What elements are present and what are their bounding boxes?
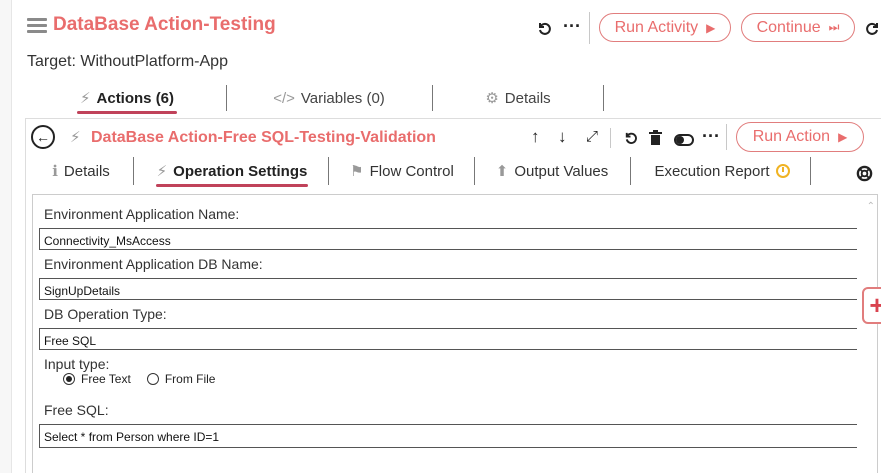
tab-label: Variables (0) [300, 89, 385, 107]
tab-operation-settings[interactable]: ⚡ Operation Settings [156, 157, 308, 187]
tab-divider [810, 157, 811, 185]
tab-divider [603, 85, 604, 111]
lightning-icon: ⚡ [156, 163, 168, 180]
continue-button[interactable]: Continue ⏭ [741, 13, 855, 42]
tab-label: Actions (6) [96, 89, 175, 107]
tab-output-values[interactable]: ⬆ Output Values [494, 157, 610, 185]
upload-icon: ⬆ [495, 163, 509, 180]
tab-label: Execution Report [654, 162, 770, 180]
add-panel-button[interactable]: + [862, 287, 881, 324]
lightning-icon: ⚡ [79, 90, 91, 107]
header-divider [589, 12, 590, 44]
env-app-db-label: Environment Application DB Name: [44, 256, 263, 272]
action-panel: ← ⚡ DataBase Action-Free SQL-Testing-Val… [25, 118, 881, 473]
tab-divider [226, 85, 227, 111]
tab-divider [328, 157, 329, 185]
env-app-name-label: Environment Application Name: [44, 206, 240, 222]
db-operation-type-select[interactable]: Free SQL [39, 328, 857, 350]
signpost-icon: ⚑ [350, 163, 364, 180]
tab-label: Operation Settings [173, 162, 308, 180]
tab-execution-report[interactable]: Execution Report [654, 157, 790, 185]
from-file-radio[interactable] [146, 373, 159, 385]
tab-variables[interactable]: </> Variables (0) [269, 85, 389, 111]
play-icon: ▶ [706, 20, 716, 35]
target-label: Target: WithoutPlatform-App [27, 53, 228, 70]
arrow-up-icon[interactable]: ↑ [531, 128, 540, 145]
skip-forward-icon: ⏭ [828, 20, 840, 34]
toggle-icon[interactable] [674, 131, 694, 149]
undo-icon[interactable] [623, 130, 638, 148]
clock-icon [775, 164, 790, 178]
tab-divider [474, 157, 475, 185]
expand-icon[interactable]: ⤢ [586, 129, 598, 144]
scroll-up-icon[interactable]: ⌃ [867, 201, 875, 212]
db-operation-type-label: DB Operation Type: [44, 306, 167, 322]
run-action-button[interactable]: Run Action ▶ [736, 122, 864, 152]
env-app-name-field[interactable]: Connectivity_MsAccess [39, 228, 857, 250]
tab-divider [630, 157, 631, 185]
menu-icon[interactable] [27, 18, 47, 34]
tab-details[interactable]: ℹ Details [48, 157, 114, 185]
tab-label: Output Values [514, 162, 609, 180]
more-icon[interactable]: ··· [563, 17, 581, 35]
run-activity-label: Run Activity [614, 18, 699, 36]
input-type-label: Input type: [44, 356, 110, 372]
run-activity-button[interactable]: Run Activity ▶ [599, 13, 731, 42]
play-icon: ▶ [838, 130, 848, 144]
action-header: ← ⚡ DataBase Action-Free SQL-Testing-Val… [26, 119, 881, 157]
tab-divider [133, 157, 134, 185]
continue-label: Continue [756, 18, 821, 36]
action-title: DataBase Action-Free SQL-Testing-Validat… [91, 129, 436, 146]
back-arrow-icon[interactable]: ← [31, 125, 55, 149]
tab-label: Details [63, 162, 110, 180]
activity-editor: DataBase Action-Testing ··· Run Activity… [15, 0, 881, 473]
from-file-label: From File [164, 372, 216, 386]
run-action-label: Run Action [752, 128, 831, 145]
free-sql-label: Free SQL: [44, 402, 109, 418]
refresh-icon[interactable] [865, 20, 881, 39]
free-text-label: Free Text [81, 372, 131, 386]
activity-header: DataBase Action-Testing ··· Run Activity… [15, 0, 881, 55]
left-panel-edge [0, 0, 12, 473]
undo-icon[interactable] [536, 20, 552, 39]
tab-label: Flow Control [369, 162, 454, 180]
activity-title: DataBase Action-Testing [53, 14, 276, 35]
tab-flow-control[interactable]: ⚑ Flow Control [348, 157, 456, 185]
delete-icon[interactable] [649, 130, 662, 148]
input-type-radio-group: Free Text From File [63, 372, 215, 386]
activity-tabs: ⚡ Actions (6) </> Variables (0) ⚙ Detail… [15, 85, 881, 114]
action-subtabs: ℹ Details ⚡ Operation Settings ⚑ Flow Co… [26, 157, 881, 187]
code-icon: </> [273, 89, 295, 107]
operation-settings-form: ⌃ Environment Application Name: Connecti… [32, 194, 878, 473]
env-app-db-field[interactable]: SignUpDetails [39, 278, 857, 300]
free-text-radio[interactable] [63, 373, 75, 385]
tab-details[interactable]: ⚙ Details [479, 85, 557, 111]
toolbar-divider [726, 124, 727, 150]
gear-icon: ⚙ [485, 90, 499, 107]
free-sql-textarea[interactable]: Select * from Person where ID=1 [39, 424, 857, 448]
info-icon: ℹ [52, 163, 58, 180]
tab-divider [432, 85, 433, 111]
arrow-down-icon[interactable]: ↓ [558, 128, 567, 145]
toolbar-divider [610, 128, 611, 148]
lightning-icon: ⚡ [70, 129, 81, 146]
more-icon[interactable]: ··· [702, 127, 720, 145]
help-lifebuoy-icon[interactable] [856, 165, 873, 185]
tab-label: Details [504, 89, 551, 107]
tab-actions[interactable]: ⚡ Actions (6) [77, 85, 177, 114]
